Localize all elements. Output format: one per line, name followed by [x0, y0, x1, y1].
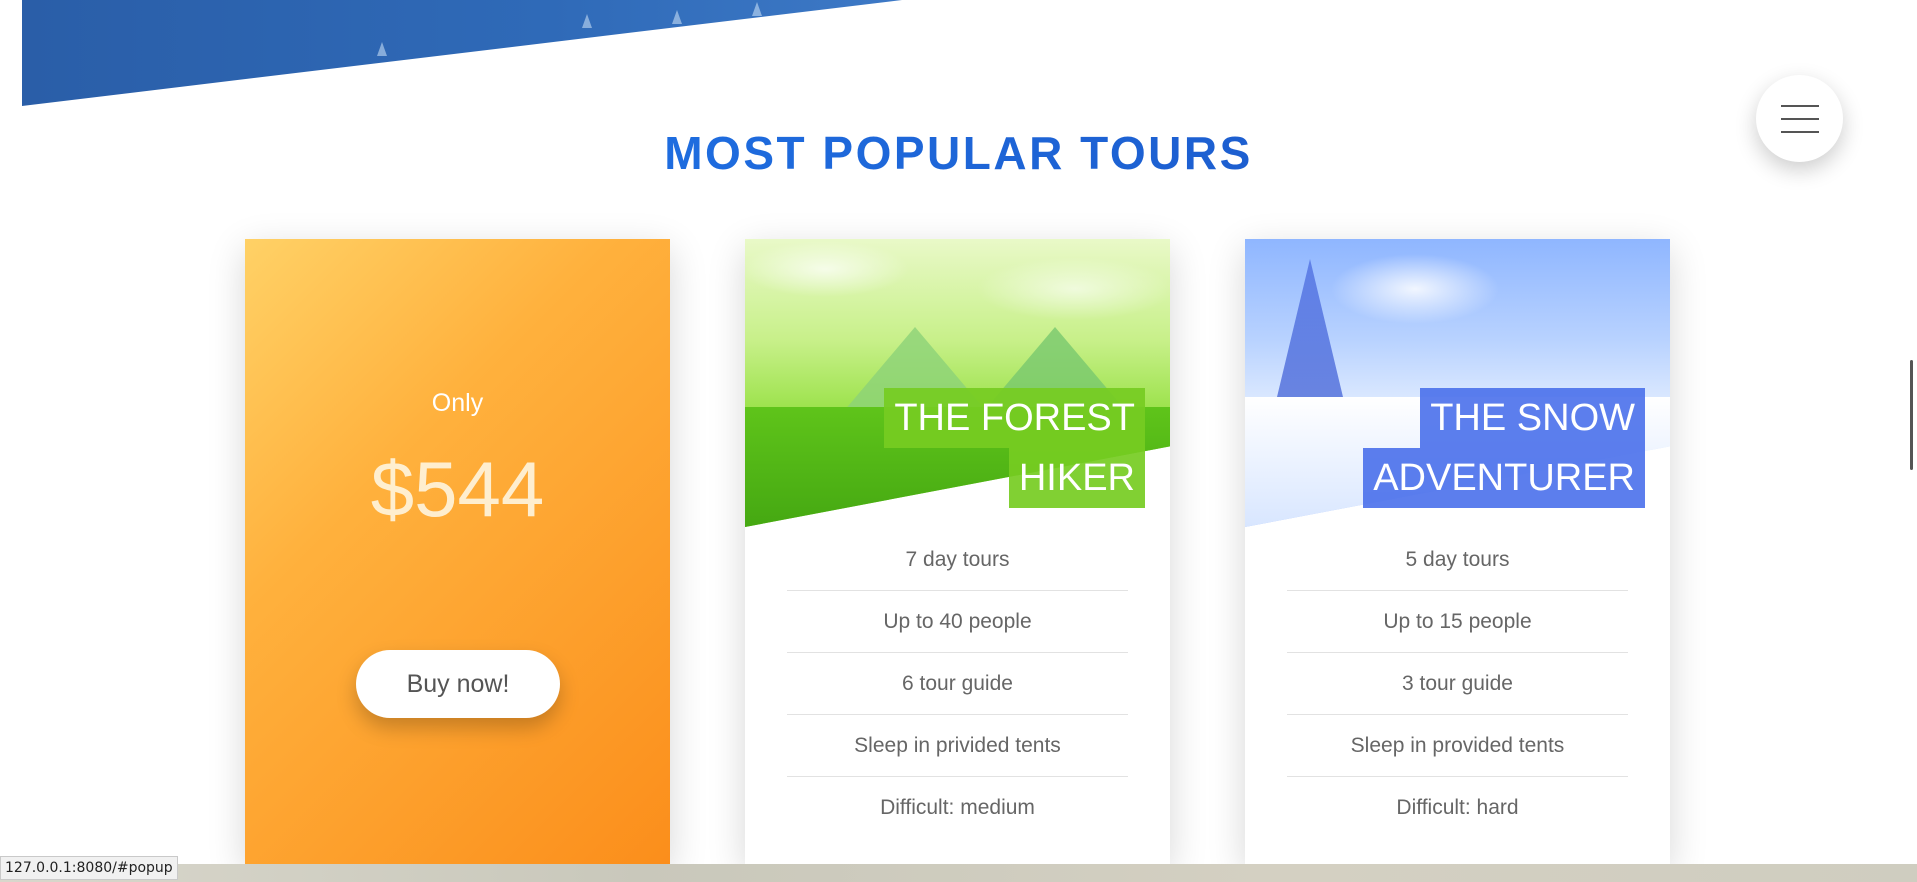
- next-section-background: [0, 864, 1917, 882]
- buy-now-button[interactable]: Buy now!: [356, 650, 560, 718]
- price-only-label: Only: [431, 389, 484, 417]
- browser-status-bar: 127.0.0.1:8080/#popup: [0, 856, 178, 880]
- page: MOST POPULAR TOURS Only $544 Buy now! TH…: [0, 0, 1917, 882]
- hamburger-menu-icon: [1780, 104, 1819, 133]
- section-title: MOST POPULAR TOURS: [0, 126, 1917, 180]
- tour-card-forest-hiker: THE FOREST HIKER 7 day tours Up to 40 pe…: [745, 239, 1170, 864]
- list-item: Sleep in privided tents: [787, 715, 1128, 777]
- list-item: Up to 15 people: [1287, 591, 1628, 653]
- tour-card-snow-adventurer: THE SNOW ADVENTURER 5 day tours Up to 15…: [1245, 239, 1670, 864]
- list-item: 3 tour guide: [1287, 653, 1628, 715]
- list-item: 6 tour guide: [787, 653, 1128, 715]
- list-item: Difficult: hard: [1396, 796, 1519, 819]
- scrollbar-thumb[interactable]: [1910, 360, 1913, 470]
- tour-heading-line2: ADVENTURER: [1363, 448, 1645, 508]
- tree-decoration: [582, 14, 592, 28]
- tree-decoration: [752, 2, 762, 16]
- price-value: $544: [370, 445, 545, 533]
- list-item: 5 day tours: [1287, 529, 1628, 591]
- list-item: Difficult: medium: [880, 796, 1035, 819]
- hero-background-strip: [22, 0, 902, 106]
- tour-heading-line2: HIKER: [1008, 448, 1145, 508]
- list-item: 7 day tours: [787, 529, 1128, 591]
- tour-heading: THE FOREST HIKER: [884, 388, 1145, 508]
- tour-heading-line1: THE SNOW: [1420, 388, 1645, 448]
- list-item: Up to 40 people: [787, 591, 1128, 653]
- menu-button[interactable]: [1756, 75, 1843, 162]
- tour-details-list: 5 day tours Up to 15 people 3 tour guide…: [1287, 529, 1628, 839]
- tour-details-list: 7 day tours Up to 40 people 6 tour guide…: [787, 529, 1128, 839]
- tree-decoration: [672, 10, 682, 24]
- page-scrollbar[interactable]: [1905, 0, 1917, 882]
- list-item: Sleep in provided tents: [1287, 715, 1628, 777]
- tour-heading: THE SNOW ADVENTURER: [1363, 388, 1645, 508]
- price-card: Only $544 Buy now!: [245, 239, 670, 864]
- tour-heading-line1: THE FOREST: [884, 388, 1145, 448]
- tree-decoration: [377, 42, 387, 56]
